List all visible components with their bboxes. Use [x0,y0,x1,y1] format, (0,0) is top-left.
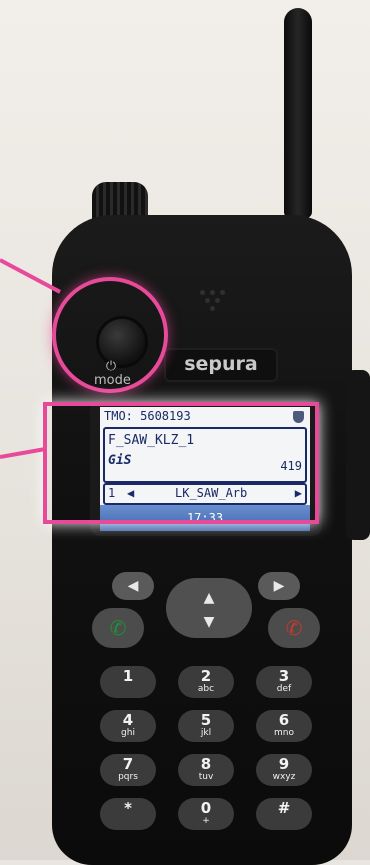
key-2[interactable]: 2 abc [178,666,234,698]
earpiece-speaker [190,282,240,322]
key-0[interactable]: 0 + [178,798,234,830]
key-6[interactable]: 6 mno [256,710,312,742]
arrow-down-icon[interactable]: ▼ [166,614,252,630]
navigation-dpad[interactable]: ▲ ▼ [166,578,252,638]
key-4[interactable]: 4 ghi [100,710,156,742]
brand-logo: sepura [164,348,278,382]
antenna [284,8,312,218]
key-hash[interactable]: # [256,798,312,830]
key-3[interactable]: 3 def [256,666,312,698]
display-highlight-rect [43,402,319,524]
key-9[interactable]: 9 wxyz [256,754,312,786]
key-1[interactable]: 1 [100,666,156,698]
call-green-button[interactable]: ✆ [92,608,144,648]
call-red-button[interactable]: ✆ [268,608,320,648]
key-star[interactable]: * [100,798,156,830]
mode-highlight-circle [52,277,168,393]
key-5[interactable]: 5 jkl [178,710,234,742]
key-7[interactable]: 7 pqrs [100,754,156,786]
soft-key-left[interactable]: ◀ [112,572,154,600]
arrow-up-icon[interactable]: ▲ [166,590,252,606]
soft-key-right[interactable]: ▶ [258,572,300,600]
side-button[interactable] [346,370,370,540]
key-8[interactable]: 8 tuv [178,754,234,786]
